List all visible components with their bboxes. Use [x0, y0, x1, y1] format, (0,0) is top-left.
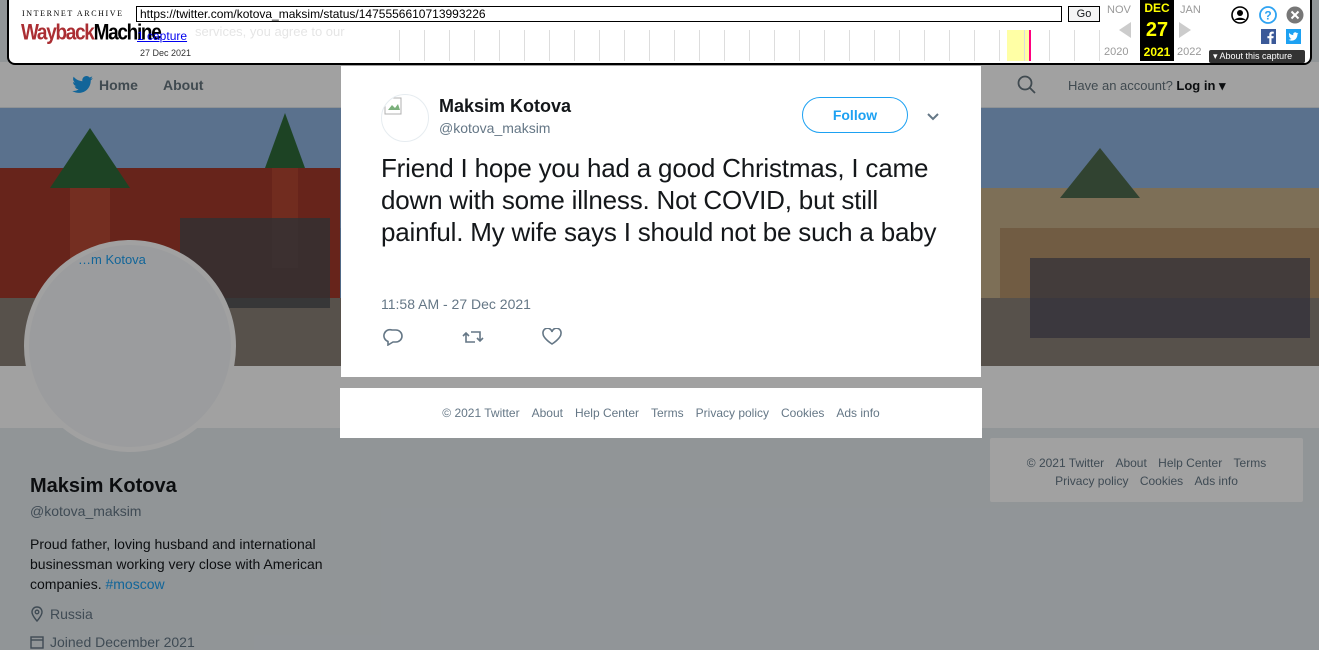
sparkline-month[interactable]	[825, 30, 850, 61]
next-arrow-icon[interactable]	[1179, 22, 1191, 38]
captures-date: 27 Dec 2021	[140, 48, 192, 58]
sparkline-month[interactable]	[525, 30, 550, 61]
footer-about-link[interactable]: About	[532, 406, 563, 420]
sparkline-month[interactable]	[975, 30, 1000, 61]
captures-link[interactable]: 1 capture	[137, 29, 187, 43]
tweet-timestamp[interactable]: 11:58 AM - 27 Dec 2021	[381, 296, 531, 312]
go-button[interactable]: Go	[1068, 6, 1100, 22]
footer-privacy-link[interactable]: Privacy policy	[696, 406, 769, 420]
sparkline-month[interactable]	[550, 30, 575, 61]
sparkline-month[interactable]	[450, 30, 475, 61]
sparkline-month[interactable]	[775, 30, 800, 61]
sparkline-month[interactable]	[875, 30, 900, 61]
sparkline-month[interactable]	[650, 30, 675, 61]
footer-cookies-link[interactable]: Cookies	[781, 406, 824, 420]
footer-ads-info-link[interactable]: Ads info	[836, 406, 879, 420]
obscured-page-text: services, you agree to our	[195, 24, 345, 39]
tweet-avatar[interactable]	[381, 94, 429, 142]
sparkline-capture-marker[interactable]	[1029, 30, 1031, 61]
sparkline-month[interactable]	[575, 30, 600, 61]
account-icon[interactable]	[1231, 6, 1249, 24]
sparkline-month[interactable]	[950, 30, 975, 61]
like-heart-icon[interactable]	[541, 328, 563, 346]
footer-help-center-link[interactable]: Help Center	[575, 406, 639, 420]
footer-copyright: © 2021 Twitter	[442, 406, 520, 420]
wayback-url-input[interactable]	[136, 6, 1062, 22]
prev-year-label[interactable]: 2020	[1104, 46, 1128, 58]
tweet-author-handle[interactable]: @kotova_maksim	[439, 120, 550, 136]
sparkline-month[interactable]	[375, 30, 400, 61]
retweet-icon[interactable]	[462, 328, 484, 346]
close-icon[interactable]	[1286, 6, 1304, 24]
sparkline-month[interactable]	[400, 30, 425, 61]
tweet-author-name[interactable]: Maksim Kotova	[439, 96, 571, 117]
wayback-toolbar: INTERNET ARCHIVE WaybackMachine services…	[7, 0, 1312, 65]
broken-image-icon	[384, 97, 402, 115]
sparkline-month[interactable]	[900, 30, 925, 61]
sparkline-month[interactable]	[1075, 30, 1100, 61]
sparkline-month[interactable]	[475, 30, 500, 61]
twitter-share-icon[interactable]	[1286, 29, 1301, 44]
next-year-label[interactable]: 2022	[1177, 46, 1201, 58]
chevron-down-icon[interactable]	[923, 106, 943, 126]
sparkline-month[interactable]	[750, 30, 775, 61]
sparkline-month[interactable]	[725, 30, 750, 61]
internet-archive-label: INTERNET ARCHIVE	[22, 9, 124, 18]
current-month-label: DEC	[1140, 0, 1174, 17]
sparkline-month[interactable]	[675, 30, 700, 61]
tweet-card: Maksim Kotova @kotova_maksim Follow Frie…	[341, 66, 981, 377]
sparkline-month[interactable]	[1000, 30, 1025, 61]
current-day-label: 27	[1140, 17, 1174, 43]
footer-terms-link[interactable]: Terms	[651, 406, 684, 420]
svg-text:?: ?	[1264, 9, 1271, 23]
sparkline-month[interactable]	[600, 30, 625, 61]
sparkline-month[interactable]	[425, 30, 450, 61]
sparkline-month[interactable]	[625, 30, 650, 61]
help-icon[interactable]: ?	[1259, 6, 1277, 24]
current-year-label: 2021	[1140, 43, 1174, 61]
prev-month-label[interactable]: NOV	[1107, 4, 1131, 16]
sparkline-month[interactable]	[700, 30, 725, 61]
modal-footer: © 2021 Twitter About Help Center Terms P…	[340, 388, 982, 438]
next-month-label[interactable]: JAN	[1180, 4, 1201, 16]
sparkline-month[interactable]	[1050, 30, 1075, 61]
prev-arrow-icon[interactable]	[1119, 22, 1131, 38]
about-capture-label: About this capture	[1219, 51, 1293, 61]
wayback-logo-part1: Wayback	[21, 21, 95, 46]
reply-icon[interactable]	[383, 328, 405, 346]
sparkline-month[interactable]	[925, 30, 950, 61]
sparkline-month[interactable]	[500, 30, 525, 61]
capture-sparkline[interactable]	[375, 30, 1102, 61]
facebook-icon[interactable]	[1261, 29, 1276, 44]
sparkline-month[interactable]	[800, 30, 825, 61]
sparkline-month[interactable]	[850, 30, 875, 61]
follow-button[interactable]: Follow	[802, 97, 908, 133]
about-capture-button[interactable]: ▾ About this capture	[1209, 50, 1305, 63]
tweet-text: Friend I hope you had a good Christmas, …	[381, 153, 937, 247]
